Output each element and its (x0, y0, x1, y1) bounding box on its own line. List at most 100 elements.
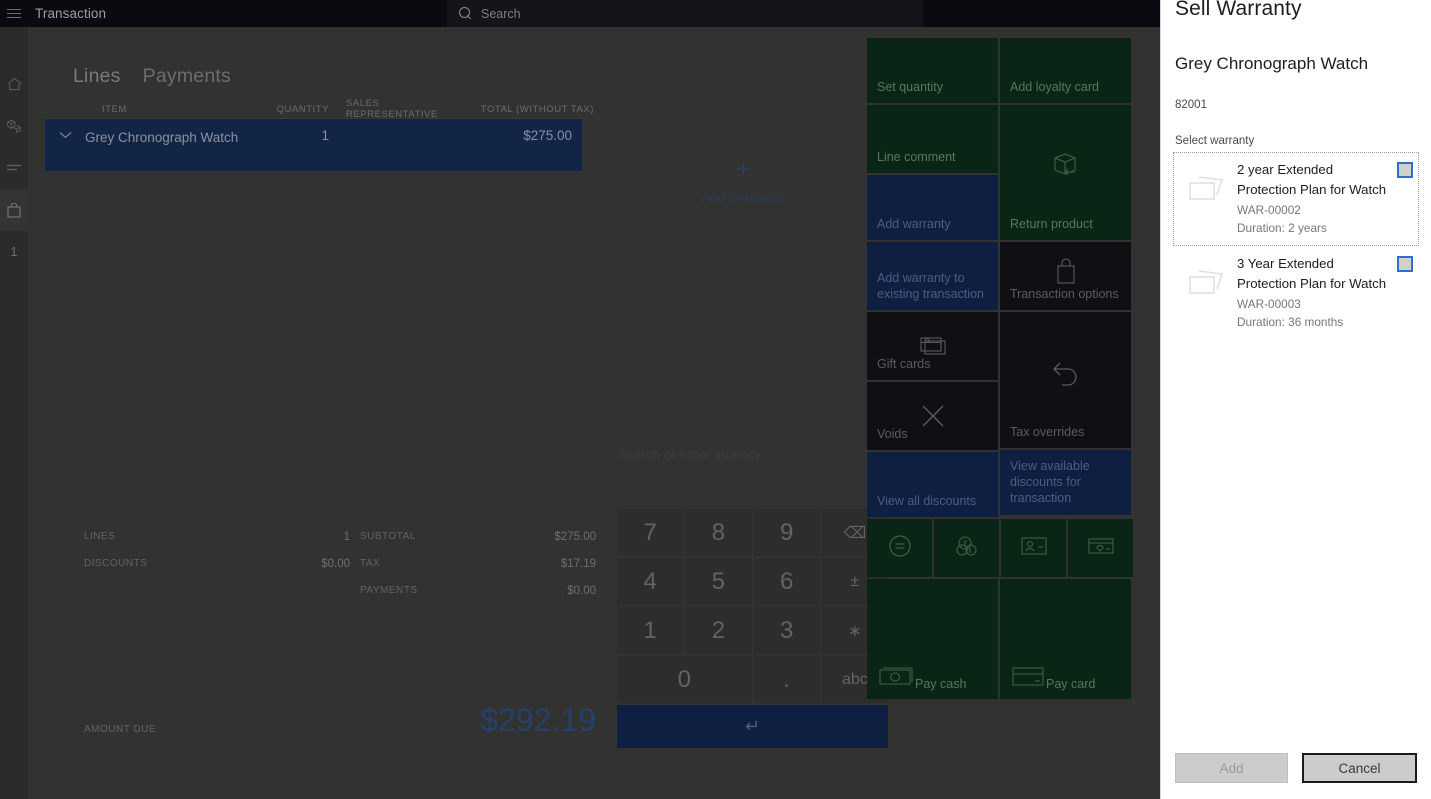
tile-label: View available discounts for transaction (1010, 459, 1090, 505)
tile-view-available-discounts[interactable]: View available discounts for transaction (1000, 450, 1131, 515)
tile-add-warranty-existing[interactable]: Add warranty to existing transaction (867, 242, 998, 310)
amount-due-row: AMOUNT DUE $292.19 (84, 702, 604, 739)
tile-label: Line comment (877, 150, 956, 164)
tile-pay-card[interactable]: Pay card (1000, 579, 1131, 699)
equals-circle-icon (887, 533, 913, 564)
key-6[interactable]: 6 (753, 558, 820, 605)
transaction-tabs: Lines Payments (28, 27, 863, 88)
coins-icon (954, 533, 980, 564)
tile-label: Gift cards (877, 357, 931, 371)
key-5[interactable]: 5 (685, 558, 752, 605)
row-item-name: Grey Chronograph Watch (85, 130, 239, 145)
cart-count-value: 1 (10, 245, 18, 259)
add-customer-button[interactable]: + Add customer (593, 155, 893, 206)
key-0[interactable]: 0 (617, 656, 752, 703)
lines-icon (6, 163, 22, 173)
list-item[interactable]: 3 Year Extended Protection Plan for Watc… (1173, 246, 1419, 340)
id-card-icon (1020, 536, 1048, 561)
add-button[interactable]: Add (1175, 753, 1288, 783)
key-1[interactable]: 1 (617, 607, 684, 654)
warranty-checkbox[interactable] (1397, 256, 1413, 272)
cubes-icon (6, 119, 22, 133)
tile-label: Voids (877, 427, 908, 441)
tile-transaction-options[interactable]: Transaction options (1000, 242, 1131, 310)
key-7[interactable]: 7 (617, 509, 684, 556)
table-row[interactable]: Grey Chronograph Watch 1 $275.00 (45, 119, 582, 171)
warranty-text: 2 year Extended Protection Plan for Watc… (1235, 160, 1391, 237)
tile-gift-cards[interactable]: Gift cards (867, 312, 998, 380)
totals-value-subtotal: $275.00 (554, 531, 596, 543)
tile-tax-overrides[interactable]: Tax overrides (1000, 312, 1131, 448)
search-input[interactable]: Search (447, 0, 923, 27)
key-decimal[interactable]: . (753, 656, 820, 703)
totals-label-payments: PAYMENTS (360, 585, 418, 596)
sidebar-item-home[interactable] (0, 63, 28, 105)
chevron-down-icon[interactable] (45, 128, 85, 139)
warranty-text: 3 Year Extended Protection Plan for Watc… (1235, 254, 1391, 331)
warranty-checkbox[interactable] (1397, 162, 1413, 178)
dialog-footer: Add Cancel (1161, 753, 1431, 799)
tile-return-product[interactable]: Return product (1000, 105, 1131, 240)
quantity-input[interactable]: Search or enter quantity (617, 447, 761, 462)
bag-icon (7, 202, 21, 218)
tile-customer-account[interactable] (1001, 519, 1066, 577)
sell-warranty-dialog: Sell Warranty Grey Chronograph Watch 820… (1160, 0, 1431, 799)
dialog-title: Sell Warranty (1175, 0, 1302, 20)
tiles-column-left: Set quantity Line comment Add warranty A… (867, 38, 998, 517)
numeric-keypad: 7 8 9 ⌫ 4 5 6 ± 1 2 3 ∗ 0 . abc ↵ (617, 509, 888, 748)
tile-label: Add loyalty card (1010, 80, 1099, 94)
column-header-item: ITEM (102, 103, 127, 115)
image-placeholder-icon (1177, 160, 1235, 204)
tab-payments[interactable]: Payments (143, 65, 231, 88)
sidebar-item-cart[interactable] (0, 189, 28, 231)
totals-row-tax: TAX $17.19 (350, 558, 604, 585)
tile-label: View all discounts (877, 494, 977, 508)
enter-key[interactable]: ↵ (617, 705, 888, 748)
totals-section: LINES 1 DISCOUNTS $0.00 SUBTOTAL $275.00 (84, 531, 604, 739)
lines-grid-header: ITEM QUANTITY SALES REPRESENTATIVE TOTAL… (45, 98, 600, 120)
key-8[interactable]: 8 (685, 509, 752, 556)
list-item[interactable]: 2 year Extended Protection Plan for Watc… (1173, 152, 1419, 246)
key-2[interactable]: 2 (685, 607, 752, 654)
amount-due-label: AMOUNT DUE (84, 724, 157, 735)
tile-view-all-discounts[interactable]: View all discounts (867, 452, 998, 517)
warranty-duration: Duration: 36 months (1237, 315, 1344, 329)
tile-set-quantity[interactable]: Set quantity (867, 38, 998, 103)
totals-label-subtotal: SUBTOTAL (360, 531, 416, 542)
tile-exact-amount[interactable] (867, 519, 932, 577)
add-customer-label: Add customer (701, 190, 785, 205)
tile-label: Add warranty (877, 217, 951, 231)
totals-row-lines: LINES 1 (84, 531, 350, 558)
tiles-column-right: Add loyalty card Return product Transact… (1000, 38, 1131, 517)
key-9[interactable]: 9 (753, 509, 820, 556)
row-quantity: 1 (321, 128, 329, 143)
hamburger-icon[interactable] (0, 0, 28, 27)
warranty-code: WAR-00003 (1237, 297, 1301, 311)
warranty-name: 3 Year Extended Protection Plan for Watc… (1237, 256, 1387, 291)
key-4[interactable]: 4 (617, 558, 684, 605)
tile-label: Pay cash (915, 677, 967, 691)
key-3[interactable]: 3 (753, 607, 820, 654)
tile-label: Transaction options (1010, 287, 1119, 301)
tab-lines[interactable]: Lines (73, 65, 121, 88)
image-placeholder-icon (1177, 254, 1235, 298)
tile-pay-cash[interactable]: Pay cash (867, 579, 998, 699)
tile-gift-card-payment[interactable] (1068, 519, 1133, 577)
tile-label: Tax overrides (1010, 425, 1085, 439)
sidebar-item-products[interactable] (0, 105, 28, 147)
warranty-duration: Duration: 2 years (1237, 221, 1327, 235)
payment-icon-strip (867, 519, 1136, 577)
select-warranty-label: Select warranty (1175, 135, 1255, 147)
tile-voids[interactable]: Voids (867, 382, 998, 450)
page-title: Transaction (35, 6, 107, 21)
sidebar-item-lines[interactable] (0, 147, 28, 189)
totals-row-subtotal: SUBTOTAL $275.00 (350, 531, 604, 558)
tile-line-comment[interactable]: Line comment (867, 105, 998, 173)
row-total: $275.00 (523, 128, 572, 143)
tile-add-warranty[interactable]: Add warranty (867, 175, 998, 240)
tile-currency[interactable] (934, 519, 999, 577)
dialog-product-name: Grey Chronograph Watch (1175, 54, 1369, 73)
home-icon (7, 77, 22, 91)
tile-label: Return product (1010, 217, 1093, 231)
cancel-button[interactable]: Cancel (1302, 753, 1417, 783)
